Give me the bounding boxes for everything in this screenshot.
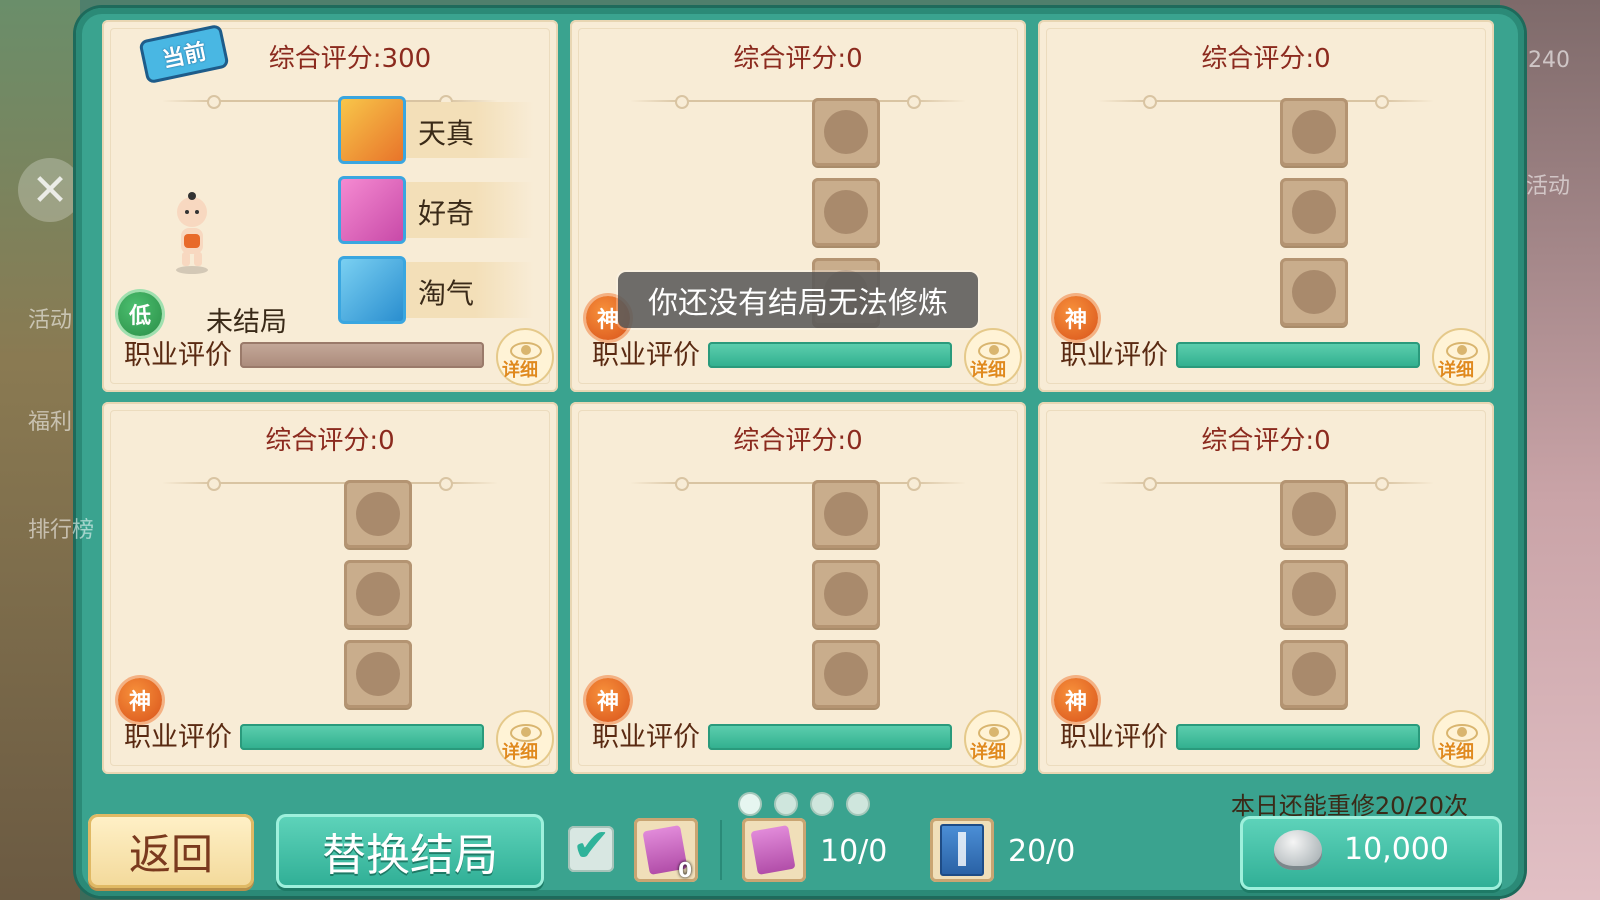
curious-trait-icon [338,176,406,244]
book-item-slot[interactable] [930,818,994,882]
page-dot[interactable] [774,792,798,816]
empty-trait-slot [1280,480,1348,548]
trait-item[interactable]: 好奇 [338,176,534,244]
detail-label: 详细 [970,360,1006,381]
background-right-label: 活动 [1525,174,1570,199]
divider [630,95,966,109]
page-dot[interactable] [810,792,834,816]
ending-card-5[interactable]: 综合评分:0 神 职业评价 详细 [570,402,1026,774]
item-count: 0 [678,858,692,882]
page-dot[interactable] [846,792,870,816]
detail-button[interactable]: 详细 [964,328,1022,386]
scroll-quantity: 10/0 [820,834,888,869]
background-left-scene [0,0,80,900]
ending-card-6[interactable]: 综合评分:0 神 职业评价 详细 [1038,402,1494,774]
career-eval-bar [708,342,952,368]
background-side-label: 活动 [28,308,73,333]
detail-button[interactable]: 详细 [496,328,554,386]
ending-card-2[interactable]: 综合评分:0 神 职业评价 详细 [570,20,1026,392]
detail-button[interactable]: 详细 [964,710,1022,768]
currency-value: 10,000 [1344,832,1449,867]
detail-label: 详细 [502,742,538,763]
empty-trait-slot [812,560,880,628]
close-icon[interactable]: ✕ [18,158,82,222]
trait-label: 淘气 [418,277,475,310]
ending-card-1[interactable]: 当前 综合评分:300 天真 好奇 淘气 低 未结局 职业评价 详细 [102,20,558,392]
divider [720,820,722,880]
career-eval-bar [240,342,484,368]
replace-ending-button[interactable]: 替换结局 [276,814,544,888]
grade-badge: 低 [118,292,162,336]
career-eval-label: 职业评价 [1060,340,1168,371]
empty-trait-slot [1280,640,1348,708]
composite-score: 综合评分:0 [733,44,863,74]
naive-trait-icon [338,96,406,164]
baby-character-icon [176,192,208,274]
background-side-label: 排行榜 [28,518,95,543]
detail-button[interactable]: 详细 [496,710,554,768]
back-button[interactable]: 返回 [88,814,254,888]
detail-label: 详细 [970,742,1006,763]
empty-trait-slot [1280,98,1348,166]
empty-trait-slot [812,640,880,708]
currency-display[interactable]: 10,000 [1240,816,1502,890]
divider [1098,477,1434,491]
divider [630,477,966,491]
divider [162,477,498,491]
detail-button[interactable]: 详细 [1432,328,1490,386]
composite-score: 综合评分:0 [1201,44,1331,74]
career-eval-label: 职业评价 [124,340,232,371]
empty-trait-slot [812,480,880,548]
career-eval-bar [1176,342,1420,368]
check-icon: ✔ [572,818,611,872]
empty-trait-slot [1280,178,1348,246]
career-eval-label: 职业评价 [124,722,232,753]
silver-ingot-icon [1274,830,1322,870]
empty-trait-slot [1280,258,1348,326]
scroll-item-slot[interactable] [742,818,806,882]
blue-book-icon [940,824,984,876]
detail-label: 详细 [1438,360,1474,381]
book-quantity: 20/0 [1008,834,1076,869]
ending-card-3[interactable]: 综合评分:0 神 职业评价 详细 [1038,20,1494,392]
career-eval-label: 职业评价 [1060,722,1168,753]
scroll-item-slot[interactable]: 0 [634,818,698,882]
pagination-dots [738,792,870,816]
naughty-trait-icon [338,256,406,324]
empty-trait-slot [344,640,412,708]
trait-label: 好奇 [418,197,475,230]
trait-item[interactable]: 淘气 [338,256,534,324]
empty-trait-slot [344,480,412,548]
career-eval-bar [1176,724,1420,750]
trait-item[interactable]: 天真 [338,96,534,164]
trait-label: 天真 [418,117,475,150]
empty-trait-slot [1280,560,1348,628]
detail-label: 详细 [502,360,538,381]
empty-trait-slot [812,98,880,166]
divider [1098,95,1434,109]
background-side-label: 福利 [28,410,73,435]
career-eval-bar [708,724,952,750]
career-eval-label: 职业评价 [592,340,700,371]
composite-score: 综合评分:0 [1201,426,1331,456]
composite-score: 综合评分:0 [265,426,395,456]
composite-score: 综合评分:0 [733,426,863,456]
empty-trait-slot [812,178,880,246]
career-eval-bar [240,724,484,750]
detail-label: 详细 [1438,742,1474,763]
purple-scroll-icon [750,825,796,875]
detail-button[interactable]: 详细 [1432,710,1490,768]
ending-card-4[interactable]: 综合评分:0 神 职业评价 详细 [102,402,558,774]
composite-score: 综合评分:300 [268,44,432,74]
auto-use-checkbox[interactable]: ✔ [568,818,614,872]
career-eval-label: 职业评价 [592,722,700,753]
background-level-number: 240 [1528,48,1570,73]
page-dot[interactable] [738,792,762,816]
empty-trait-slot [344,560,412,628]
toast-message: 你还没有结局无法修炼 [618,272,978,328]
